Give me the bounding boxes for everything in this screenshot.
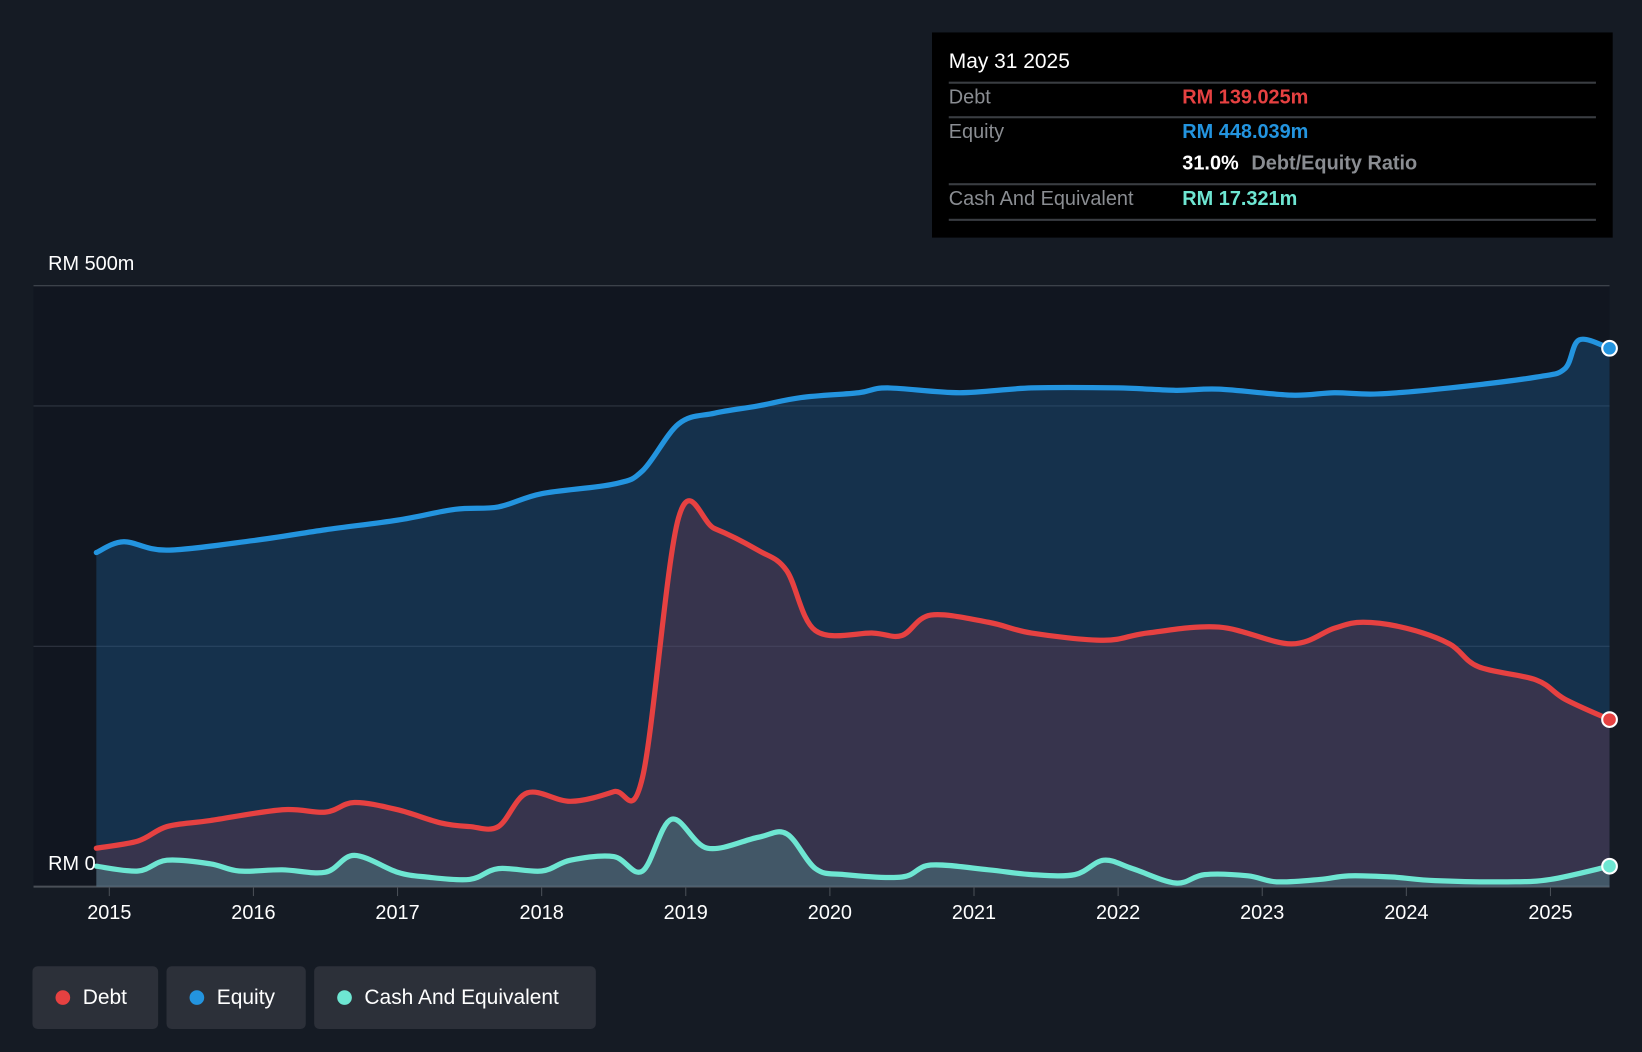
tooltip-equity-row: Equity RM 448.039m bbox=[948, 116, 1596, 152]
y-label-top: RM 500m bbox=[48, 253, 134, 275]
x-tick-label: 2021 bbox=[952, 902, 996, 924]
tooltip-ratio-label: Debt/Equity Ratio bbox=[1251, 152, 1418, 175]
legend-item-debt[interactable]: Debt bbox=[32, 966, 159, 1030]
cash-and-equivalent-end-point bbox=[1601, 857, 1618, 875]
tooltip-equity-label: Equity bbox=[948, 121, 1005, 144]
legend-label: Equity bbox=[216, 985, 275, 1009]
legend-label: Debt bbox=[82, 985, 127, 1009]
cash-dot-icon bbox=[337, 990, 352, 1005]
debt-dot-icon bbox=[55, 990, 71, 1005]
x-tick-label: 2017 bbox=[375, 902, 419, 924]
tooltip-date: May 31 2025 bbox=[948, 50, 1070, 74]
tooltip-cash-label: Cash And Equivalent bbox=[948, 188, 1134, 211]
equity-end-point bbox=[1601, 339, 1618, 357]
legend-item-cash[interactable]: Cash And Equivalent bbox=[314, 966, 596, 1030]
tooltip-ratio-row: 31.0% Debt/Equity Ratio bbox=[949, 150, 1596, 183]
debt-end-point bbox=[1601, 711, 1618, 728]
tooltip-cash-value: RM 17.321m bbox=[1182, 188, 1298, 211]
x-tick-label: 2016 bbox=[231, 902, 275, 924]
tooltip-ratio-value: 31.0% bbox=[1182, 152, 1239, 175]
legend-item-equity[interactable]: Equity bbox=[166, 966, 306, 1030]
x-tick-label: 2020 bbox=[808, 902, 852, 924]
y-label-zero: RM 0 bbox=[48, 853, 96, 875]
x-tick-label: 2015 bbox=[87, 902, 131, 924]
chart-container: 2015 2016 2017 2018 2019 2020 2021 2022 2023 2024… bbox=[0, 0, 1642, 1052]
x-tick-label: 2019 bbox=[664, 902, 708, 924]
tooltip: May 31 2025 Debt RM 139.025m Equity RM 4… bbox=[932, 32, 1613, 238]
equity-dot-icon bbox=[189, 990, 205, 1005]
tooltip-equity-value: RM 448.039m bbox=[1182, 121, 1309, 144]
tooltip-cash-row: Cash And Equivalent RM 17.321m bbox=[948, 183, 1596, 221]
tooltip-debt-row: Debt RM 139.025m bbox=[948, 81, 1596, 118]
tooltip-debt-label: Debt bbox=[948, 86, 991, 109]
x-tick-label: 2023 bbox=[1240, 902, 1284, 924]
x-tick-label: 2022 bbox=[1096, 902, 1140, 924]
x-tick-label: 2025 bbox=[1528, 902, 1572, 924]
x-tick-label: 2024 bbox=[1384, 902, 1428, 924]
legend-label: Cash And Equivalent bbox=[364, 985, 559, 1009]
x-tick-label: 2018 bbox=[520, 902, 564, 924]
tooltip-debt-value: RM 139.025m bbox=[1182, 86, 1309, 109]
